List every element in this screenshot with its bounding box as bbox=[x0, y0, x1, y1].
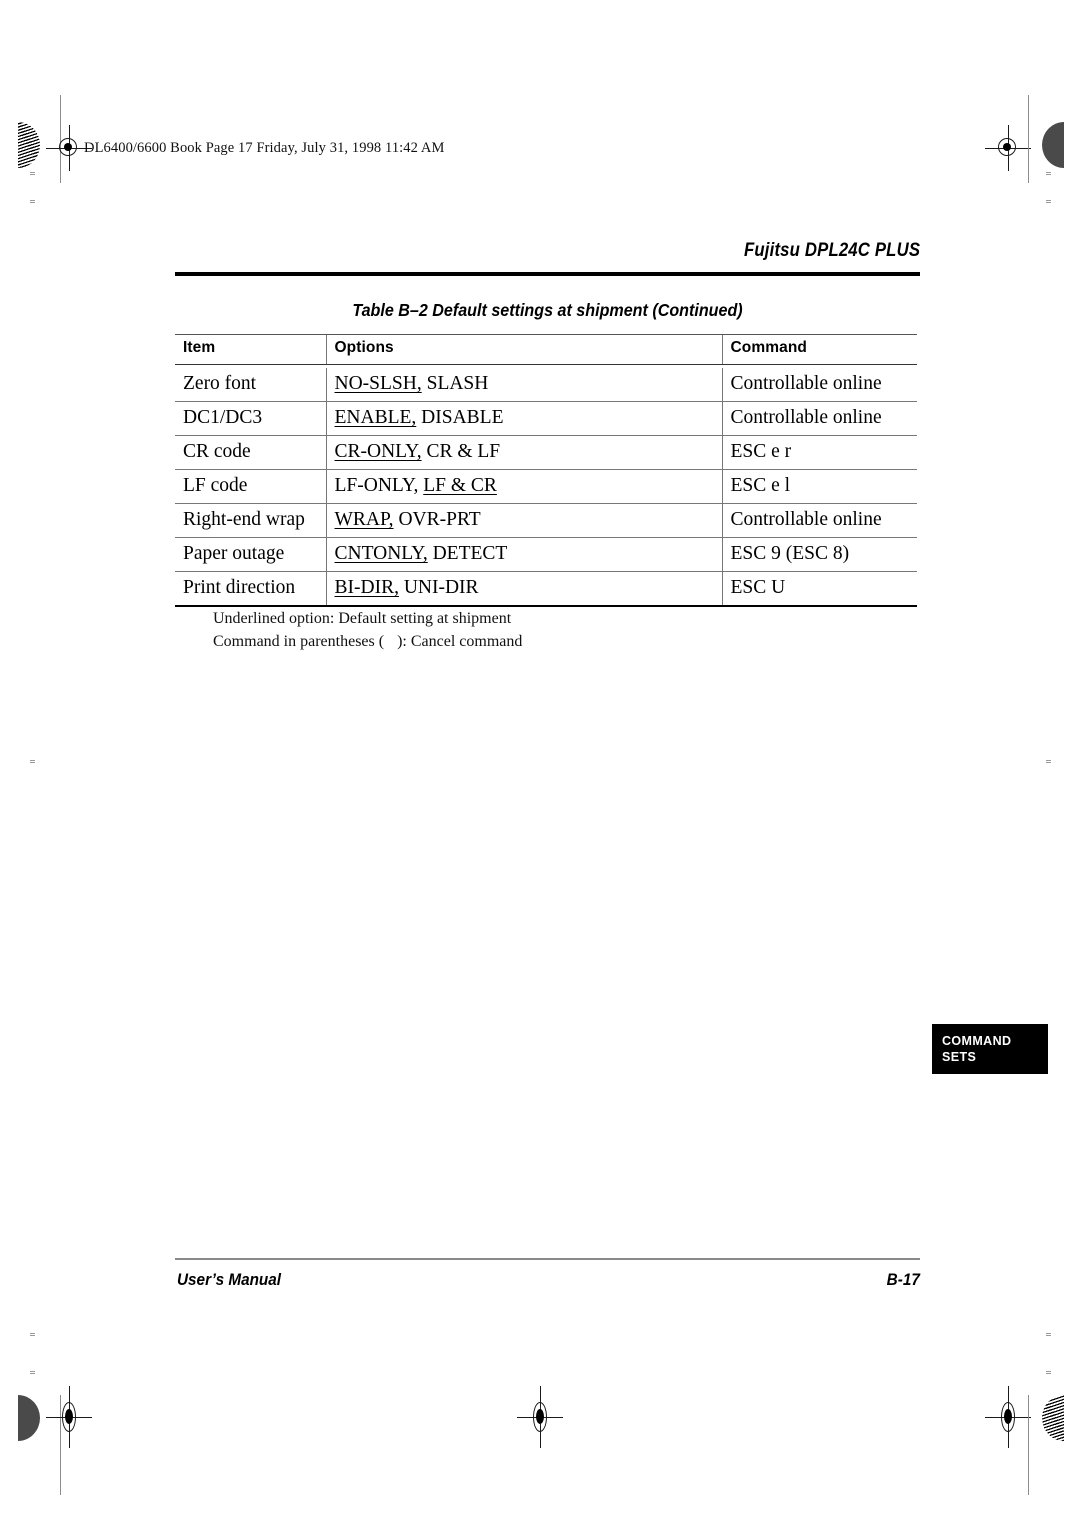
table-row: Zero font NO-SLSH, SLASH Controllable onli… bbox=[175, 368, 917, 402]
cell-options: ENABLE, DISABLE bbox=[325, 401, 722, 436]
margin-tick-lower-left bbox=[30, 1371, 35, 1374]
option-default: ENABLE, bbox=[334, 407, 417, 428]
margin-tick-center-right bbox=[1046, 760, 1051, 763]
cell-item: LF code bbox=[175, 469, 326, 504]
corner-ornament-bottom-left bbox=[18, 1395, 40, 1441]
running-head: Fujitsu DPL24C PLUS bbox=[743, 240, 920, 261]
cell-item: Zero font bbox=[183, 373, 257, 394]
margin-tick-lower-right bbox=[1046, 1371, 1051, 1374]
corner-ornament-top-left bbox=[18, 122, 40, 168]
header-rule bbox=[175, 272, 920, 276]
trim-line-right bbox=[1028, 95, 1029, 183]
cell-options: LF-ONLY, LF & CR bbox=[325, 469, 722, 504]
table-footnotes: Underlined option: Default setting at sh… bbox=[213, 608, 522, 653]
table-row: Right-end wrap WRAP, OVR-PRT Controllable … bbox=[175, 503, 917, 538]
page-number: B-17 bbox=[886, 1270, 920, 1289]
margin-tick-bottom-right bbox=[1046, 1333, 1051, 1336]
cell-item: DC1/DC3 bbox=[175, 401, 326, 436]
footer-rule bbox=[175, 1258, 920, 1260]
corner-ornament-top-right bbox=[1042, 122, 1064, 168]
table-row: DC1/DC3 ENABLE, DISABLE Controllable onlin… bbox=[175, 401, 917, 436]
option-default: CNTONLY, bbox=[334, 543, 428, 564]
registration-mark-top-left bbox=[46, 125, 92, 171]
margin-tick-top-right bbox=[1046, 172, 1051, 175]
column-header-item: Item bbox=[175, 334, 326, 365]
cell-options: CR-ONLY, CR & LF bbox=[325, 435, 722, 470]
table-row: CR code CR-ONLY, CR & LF ESC e r bbox=[175, 435, 917, 470]
option-default: LF & CR bbox=[423, 475, 497, 496]
margin-tick-bottom-left bbox=[30, 1333, 35, 1336]
cell-command: ESC U bbox=[721, 571, 917, 607]
cell-options: BI-DIR, UNI-DIR bbox=[325, 571, 722, 607]
thumb-tab-line2: SETS bbox=[942, 1050, 977, 1064]
margin-tick-top-left bbox=[30, 172, 35, 175]
option-alternate: DISABLE bbox=[416, 407, 504, 428]
option-default: WRAP, bbox=[334, 509, 394, 530]
table-header-row: Item Options Command bbox=[175, 334, 917, 365]
cell-item: CR code bbox=[175, 435, 326, 470]
column-header-command: Command bbox=[721, 334, 917, 365]
table-row: Paper outage CNTONLY, DETECT ESC 9 (ESC 8) bbox=[175, 537, 917, 572]
cell-command: ESC e r bbox=[721, 435, 917, 470]
cell-command: ESC 9 (ESC 8) bbox=[721, 537, 917, 572]
option-alternate: DETECT bbox=[427, 543, 508, 564]
registration-mark-bottom-center bbox=[517, 1386, 563, 1448]
option-default: BI-DIR, bbox=[334, 577, 399, 598]
cell-item: Right-end wrap bbox=[175, 503, 326, 538]
footnote-cancel-command: Command in parentheses ( ): Cancel comman… bbox=[213, 631, 522, 654]
trim-line-bottom-right bbox=[1028, 1395, 1029, 1495]
option-alternate: CR & LF bbox=[421, 441, 501, 462]
cell-command: Controllable online bbox=[721, 503, 917, 538]
option-alternate: UNI-DIR bbox=[398, 577, 479, 598]
cell-item: Paper outage bbox=[175, 537, 326, 572]
table-row: Print direction BI-DIR, UNI-DIR ESC U bbox=[175, 571, 917, 607]
cell-options: CNTONLY, DETECT bbox=[325, 537, 722, 572]
column-header-options: Options bbox=[325, 334, 722, 365]
table-row: LF code LF-ONLY, LF & CR ESC e l bbox=[175, 469, 917, 504]
cell-item: Print direction bbox=[175, 571, 326, 607]
margin-tick-center-left bbox=[30, 760, 35, 763]
footer-document-title: User’s Manual bbox=[177, 1270, 282, 1289]
footnote-underlined-option: Underlined option: Default setting at sh… bbox=[213, 610, 512, 627]
option-default: NO-SLSH, bbox=[334, 373, 422, 394]
option-alternate: OVR-PRT bbox=[393, 509, 481, 530]
cell-options: NO-SLSH, SLASH bbox=[325, 368, 722, 402]
table-body: Zero font NO-SLSH, SLASH Controllable onli… bbox=[175, 368, 917, 607]
option-alternate: LF-ONLY, bbox=[334, 475, 424, 496]
file-header-text: DL6400/6600 Book Page 17 Friday, July 31… bbox=[84, 140, 445, 156]
option-default: CR-ONLY, bbox=[334, 441, 422, 462]
registration-mark-bottom-left bbox=[46, 1386, 92, 1448]
margin-tick-mid-right bbox=[1046, 200, 1051, 203]
registration-mark-top-right bbox=[985, 125, 1031, 171]
option-alternate: SLASH bbox=[421, 373, 489, 394]
cell-command: Controllable online bbox=[721, 401, 917, 436]
cell-options: WRAP, OVR-PRT bbox=[325, 503, 722, 538]
table-caption: Table B–2 Default settings at shipment (… bbox=[352, 300, 743, 320]
cell-command: ESC e l bbox=[721, 469, 917, 504]
footnote-cancel-before: Command in parentheses ( bbox=[213, 632, 385, 650]
default-settings-table: Item Options Command Zero font NO-SLSH, S… bbox=[175, 334, 917, 607]
thumb-tab-command-sets: COMMAND SETS bbox=[932, 1024, 1048, 1074]
corner-ornament-bottom-right bbox=[1042, 1395, 1064, 1441]
registration-mark-bottom-right bbox=[985, 1386, 1031, 1448]
footnote-cancel-after: ): Cancel command bbox=[397, 632, 523, 650]
margin-tick-mid-left bbox=[30, 200, 35, 203]
thumb-tab-line1: COMMAND bbox=[942, 1034, 1012, 1048]
cell-command: Controllable online bbox=[721, 368, 917, 402]
